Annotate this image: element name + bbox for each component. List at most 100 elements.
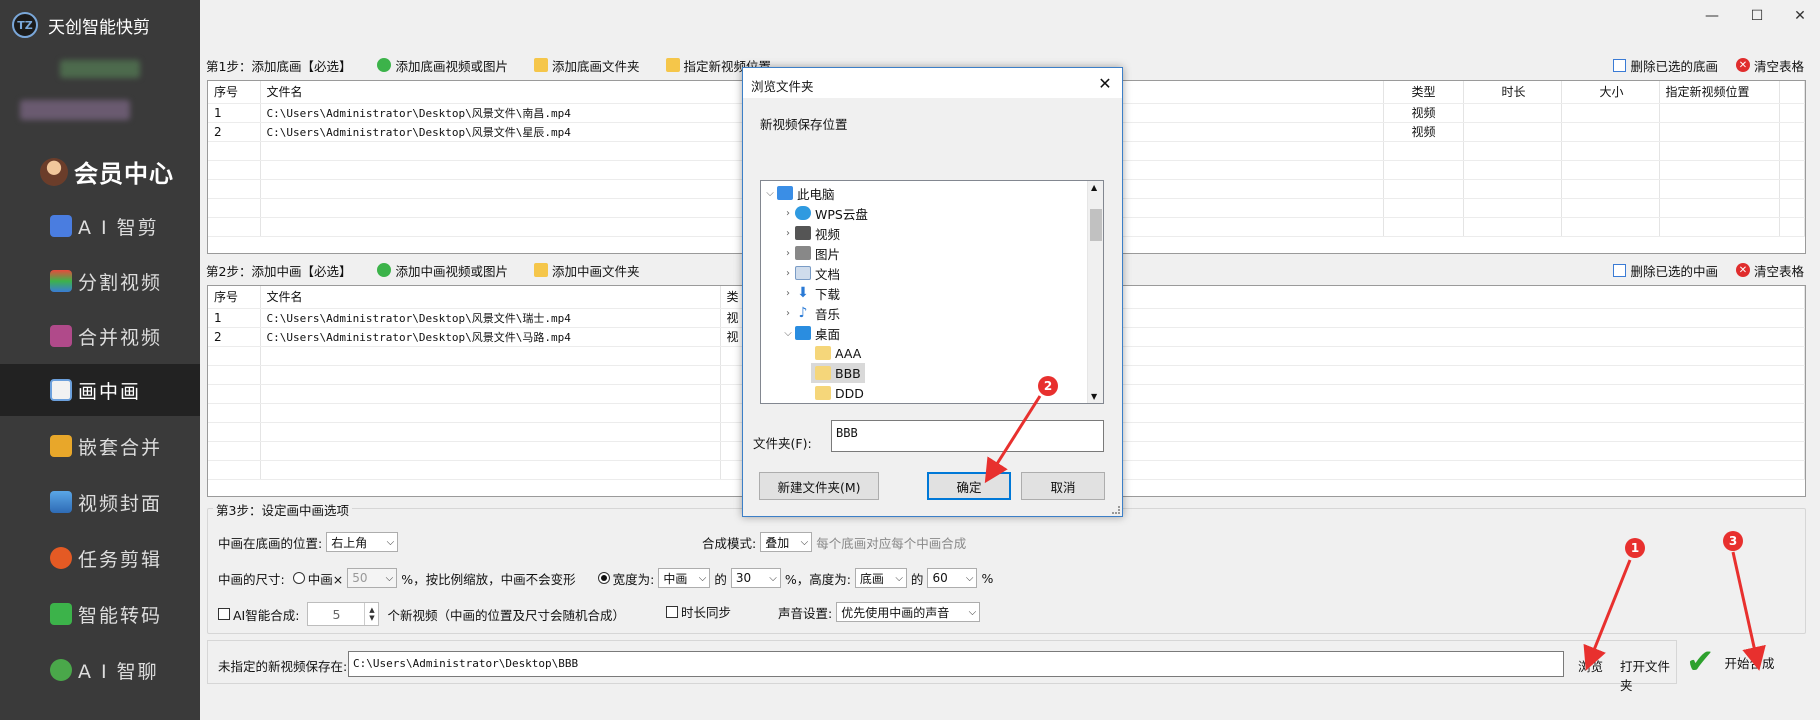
resize-grip-icon[interactable] <box>1112 506 1120 514</box>
documents-folder-icon <box>795 266 811 280</box>
sidebar-item-ai-edit[interactable]: A I 智剪 <box>0 200 200 252</box>
chevron-right-icon[interactable]: › <box>781 308 795 319</box>
maximize-button[interactable]: ☐ <box>1745 6 1769 26</box>
add-base-media-button[interactable]: 添加底画视频或图片 <box>377 56 508 75</box>
scrollbar-thumb[interactable] <box>1090 209 1102 241</box>
tree-node-desktop[interactable]: ⌵ 桌面 <box>781 323 840 343</box>
duration-sync-label: 时长同步 <box>681 605 732 620</box>
duration-sync-option: 时长同步 <box>666 602 731 621</box>
scroll-up-icon[interactable]: ▲ <box>1091 183 1097 192</box>
row-index: 2 <box>208 122 261 142</box>
folder-tree[interactable]: ⌵ 此电脑 › WPS云盘 › 视频 › 图片 › 文档 › ⬇ 下载 › ♪ … <box>760 180 1104 404</box>
ai-checkbox[interactable] <box>218 608 230 620</box>
tree-node-documents[interactable]: › 文档 <box>781 263 840 283</box>
chevron-down-icon: ⌵ <box>968 606 977 618</box>
confirm-button[interactable]: 确定 <box>927 472 1011 500</box>
sidebar-item-label: A I 智剪 <box>78 216 159 239</box>
sidebar-item-ai-chat[interactable]: A I 智聊 <box>0 644 200 696</box>
chevron-down-icon[interactable]: ⌵ <box>781 328 795 339</box>
folder-name-input[interactable]: BBB <box>831 420 1104 452</box>
chevron-down-icon: ⌵ <box>385 572 394 584</box>
tree-node-aaa[interactable]: AAA <box>811 343 861 363</box>
cancel-button[interactable]: 取消 <box>1021 472 1105 500</box>
button-label: 添加中画视频或图片 <box>395 263 508 279</box>
height-percent-select[interactable]: 60 ⌵ <box>927 568 978 588</box>
save-path-input[interactable]: C:\Users\Administrator\Desktop\BBB <box>348 651 1564 677</box>
blend-label: 合成模式: <box>702 535 757 551</box>
chevron-down-icon: ⌵ <box>386 536 395 548</box>
step2-toolbar: 第2步：添加中画【必选】 添加中画视频或图片 添加中画文件夹 <box>206 259 640 281</box>
tree-node-wps-cloud[interactable]: › WPS云盘 <box>781 203 868 223</box>
position-option: 中画在底画的位置: 右上角 ⌵ <box>218 532 402 552</box>
ai-count-stepper[interactable]: 5 ▲ ▼ <box>307 602 380 626</box>
sidebar-item-video-cover[interactable]: 视频封面 <box>0 476 200 528</box>
column-header: 指定新视频位置 <box>1659 81 1780 104</box>
sidebar-item-label: 画中画 <box>78 380 142 403</box>
open-folder-button[interactable]: 打开文件夹 <box>1620 656 1676 694</box>
tree-node-bbb[interactable]: BBB <box>811 363 865 383</box>
split-video-icon <box>50 270 72 292</box>
tree-scrollbar[interactable]: ▲ ▼ <box>1087 181 1103 403</box>
tree-node-videos[interactable]: › 视频 <box>781 223 840 243</box>
width-percent-select[interactable]: 30 ⌵ <box>730 568 781 588</box>
delete-selected-overlay-button[interactable]: 删除已选的中画 <box>1613 261 1718 280</box>
add-overlay-folder-button[interactable]: 添加中画文件夹 <box>533 261 640 280</box>
folder-add-icon <box>533 263 548 277</box>
sidebar-item-task-edit[interactable]: 任务剪辑 <box>0 532 200 584</box>
sidebar-item-label: 任务剪辑 <box>78 548 163 571</box>
tree-node-downloads[interactable]: › ⬇ 下载 <box>781 283 840 303</box>
chevron-right-icon[interactable]: › <box>781 288 795 299</box>
delete-selected-base-button[interactable]: 删除已选的底画 <box>1613 56 1718 75</box>
chevron-down-icon: ⌵ <box>769 572 777 584</box>
sidebar-item-nested-merge[interactable]: 嵌套合并 <box>0 420 200 472</box>
chevron-down-icon: ⌵ <box>965 572 974 584</box>
column-header: 时长 <box>1463 81 1562 104</box>
clear-overlay-table-button[interactable]: ✕ 清空表格 <box>1735 261 1804 280</box>
audio-select[interactable]: 优先使用中画的声音 ⌵ <box>836 602 981 622</box>
button-label: 添加中画文件夹 <box>551 263 640 279</box>
sidebar-item-transcode[interactable]: 智能转码 <box>0 588 200 640</box>
chevron-right-icon[interactable]: › <box>781 248 795 259</box>
sidebar-item-picture-in-picture[interactable]: 画中画 <box>0 364 200 416</box>
sidebar-item-split-video[interactable]: 分割视频 <box>0 255 200 307</box>
sidebar-item-merge-video[interactable]: 合并视频 <box>0 310 200 362</box>
start-compose-label: 开始合成 <box>1724 655 1775 671</box>
minimize-button[interactable]: — <box>1700 6 1724 26</box>
width-ref-select[interactable]: 中画 ⌵ <box>658 568 711 588</box>
column-header: 序号 <box>208 286 261 309</box>
stepper-arrows-icon[interactable]: ▲ ▼ <box>364 603 378 625</box>
scroll-down-icon[interactable]: ▼ <box>1091 392 1097 401</box>
row-filename: C:\Users\Administrator\Desktop\风景文件\马路.m… <box>260 327 721 347</box>
add-base-folder-button[interactable]: 添加底画文件夹 <box>533 56 640 75</box>
duration-sync-checkbox[interactable] <box>666 605 678 618</box>
height-ref-select[interactable]: 底画 ⌵ <box>854 568 907 588</box>
of-label: 的 <box>910 571 924 587</box>
blend-select[interactable]: 叠加 ⌵ <box>760 532 813 552</box>
close-window-button[interactable]: ✕ <box>1788 6 1812 26</box>
tree-node-pictures[interactable]: › 图片 <box>781 243 840 263</box>
chevron-right-icon[interactable]: › <box>781 228 795 239</box>
position-select[interactable]: 右上角 ⌵ <box>326 532 399 552</box>
tree-node-ddd[interactable]: DDD <box>811 383 864 403</box>
width-radio[interactable] <box>597 572 610 584</box>
chevron-down-icon[interactable]: ⌵ <box>763 188 777 199</box>
tree-node-music[interactable]: › ♪ 音乐 <box>781 303 840 323</box>
column-header: 序号 <box>208 81 261 104</box>
start-compose-button[interactable]: ✔ 开始合成 <box>1686 640 1806 684</box>
clear-base-table-button[interactable]: ✕ 清空表格 <box>1735 56 1804 75</box>
add-icon <box>377 58 392 72</box>
nested-merge-icon <box>50 435 72 457</box>
browse-button[interactable]: 浏览 <box>1578 656 1603 675</box>
member-center-button[interactable]: 会员中心 <box>40 154 174 189</box>
new-folder-button[interactable]: 新建文件夹(M) <box>759 472 879 500</box>
tree-node-this-pc[interactable]: ⌵ 此电脑 <box>763 183 835 203</box>
audio-label: 声音设置: <box>778 605 833 621</box>
scale-radio[interactable] <box>292 572 305 584</box>
step1-right-toolbar: 删除已选的底画 ✕ 清空表格 <box>1595 54 1804 76</box>
add-overlay-media-button[interactable]: 添加中画视频或图片 <box>377 261 508 280</box>
chevron-right-icon[interactable]: › <box>781 268 795 279</box>
scale-select[interactable]: 50 ⌵ <box>347 568 398 588</box>
chevron-right-icon[interactable]: › <box>781 208 795 219</box>
dialog-close-icon[interactable]: ✕ <box>1094 72 1116 94</box>
sidebar-item-label: 智能转码 <box>78 604 163 627</box>
